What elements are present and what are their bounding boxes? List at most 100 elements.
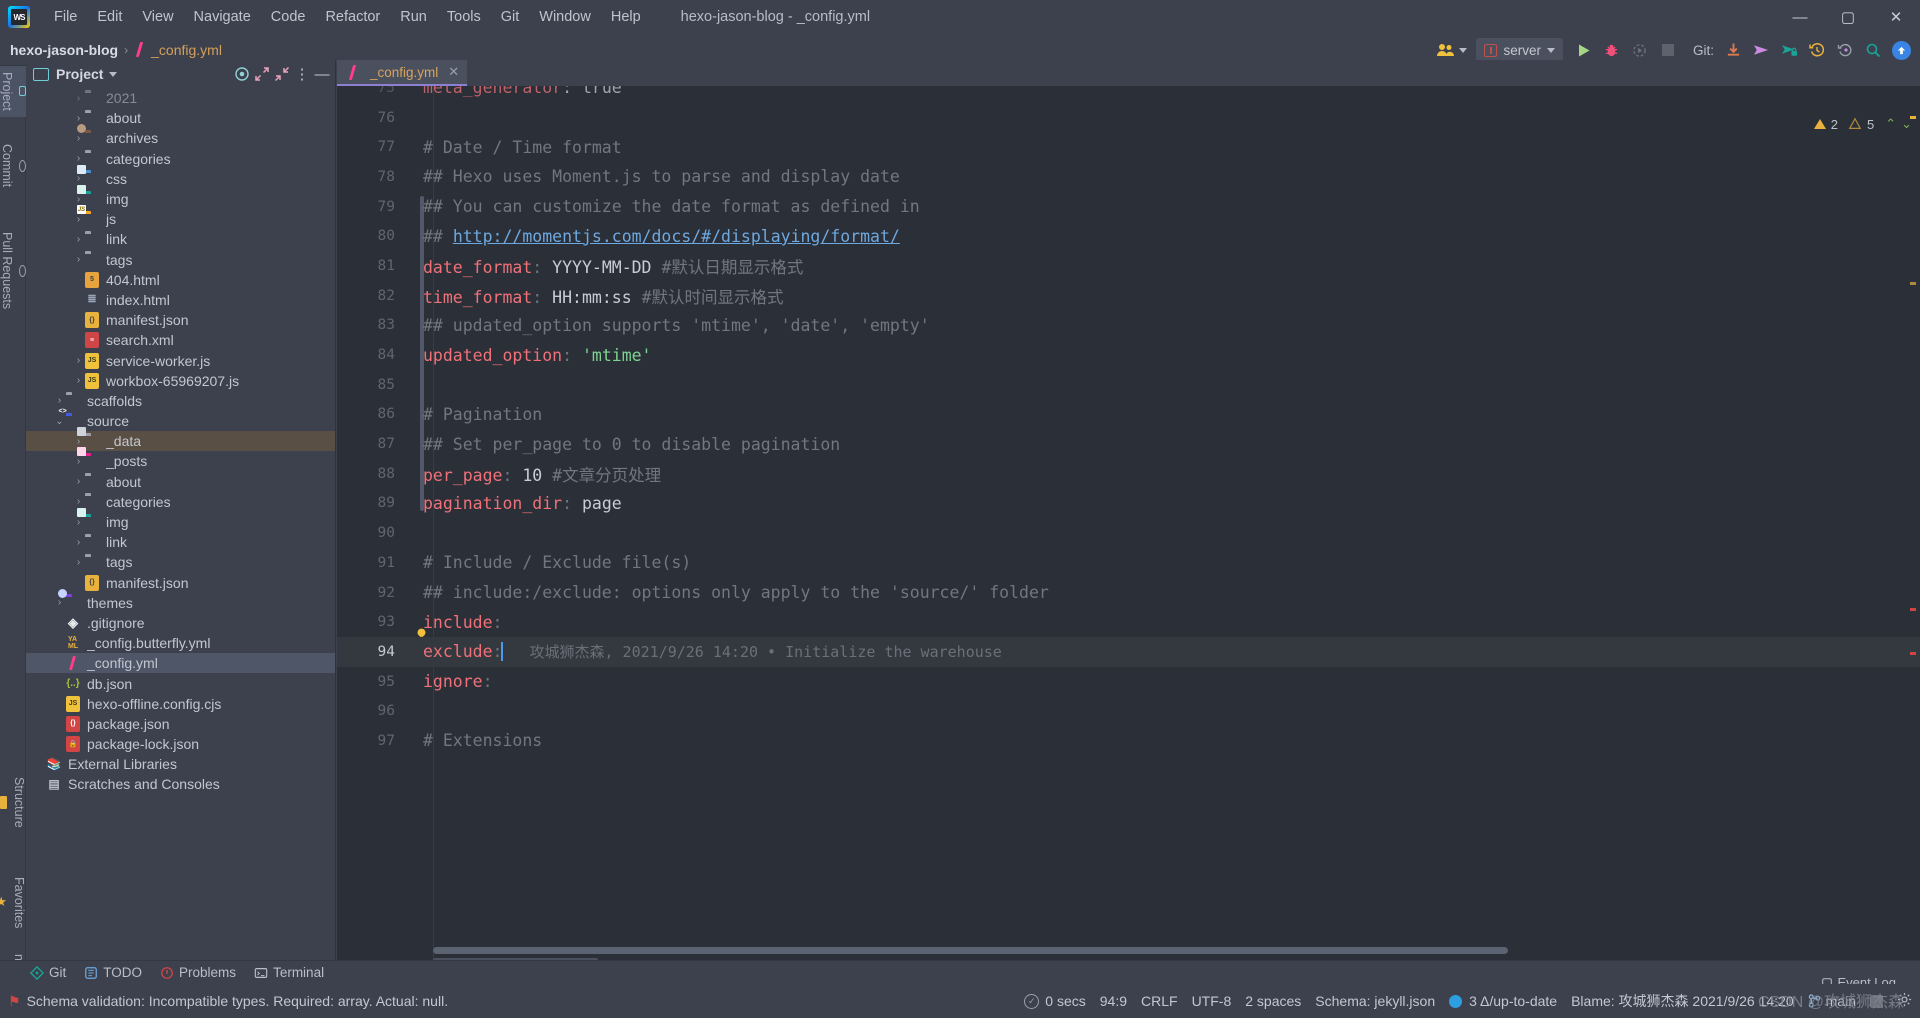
code-line-95[interactable]: 95 ignore: <box>337 667 1920 697</box>
tool-window-commit[interactable]: Commit <box>0 138 26 193</box>
tree-row-link[interactable]: › link <box>26 532 335 552</box>
chevron-right-icon[interactable]: › <box>72 517 85 528</box>
tree-row-css[interactable]: › css <box>26 164 335 189</box>
file-encoding[interactable]: UTF-8 <box>1192 993 1232 1009</box>
tool-window-project[interactable]: Project <box>0 66 26 117</box>
minimize-button[interactable]: — <box>1776 0 1824 34</box>
project-scope-chevron-icon[interactable] <box>109 71 118 77</box>
tool-window-todo[interactable]: TODO <box>84 965 142 980</box>
tree-row-js[interactable]: › JS js <box>26 205 335 229</box>
tree-row-404-html[interactable]: 5 404.html <box>26 270 335 290</box>
chevron-right-icon[interactable]: › <box>72 375 85 386</box>
code-line-88[interactable]: 88 per_page: 10 #文章分页处理 <box>337 459 1920 489</box>
code-line-96[interactable]: 96 <box>337 696 1920 726</box>
code-lines[interactable]: 75 meta_generator: true 76 77 # Date / Time … <box>337 86 1920 756</box>
chevron-right-icon[interactable]: › <box>72 173 85 184</box>
tree-row-tags[interactable]: › tags <box>26 552 335 572</box>
locate-file-icon[interactable] <box>233 65 251 83</box>
menu-item-file[interactable]: File <box>44 5 87 29</box>
tool-window-terminal[interactable]: Terminal <box>254 965 324 980</box>
chevron-right-icon[interactable]: › <box>72 194 85 205</box>
tree-row-scratches-and-consoles[interactable]: ▤ Scratches and Consoles <box>26 774 335 794</box>
caret-position[interactable]: 94:9 <box>1100 993 1127 1009</box>
code-line-94[interactable]: 94 exclude: 攻城狮杰森, 2021/9/26 14:20 • Initi… <box>337 637 1920 667</box>
code-line-87[interactable]: 87 ## Set per_page to 0 to disable pagina… <box>337 429 1920 459</box>
chevron-right-icon[interactable]: › <box>72 153 85 164</box>
menu-item-run[interactable]: Run <box>390 5 437 29</box>
tree-row-2021[interactable]: › 2021 <box>26 88 335 108</box>
tree-row-categories[interactable]: › categories <box>26 149 335 169</box>
chevron-right-icon[interactable]: › <box>72 93 85 104</box>
code-line-97[interactable]: 97 # Extensions <box>337 726 1920 756</box>
tree-row-manifest-json[interactable]: {} manifest.json <box>26 310 335 330</box>
code-line-75[interactable]: 75 meta_generator: true <box>337 86 1920 103</box>
close-button[interactable]: ✕ <box>1872 0 1920 34</box>
code-line-85[interactable]: 85 <box>337 370 1920 400</box>
chevron-right-icon[interactable]: › <box>72 214 85 225</box>
chevron-right-icon[interactable]: › <box>72 254 85 265</box>
menu-item-view[interactable]: View <box>132 5 183 29</box>
tree-row-source[interactable]: ⌄ <> source <box>26 408 335 431</box>
tree-row-archives[interactable]: › archives <box>26 124 335 148</box>
settings-gear-icon[interactable] <box>1897 992 1912 1010</box>
code-line-84[interactable]: 84 updated_option: 'mtime' <box>337 340 1920 370</box>
schema-selector[interactable]: Schema: jekyll.json <box>1315 993 1435 1009</box>
code-line-90[interactable]: 90 <box>337 518 1920 548</box>
tree-row-categories[interactable]: › categories <box>26 492 335 512</box>
tree-row--config-yml[interactable]: _config.yml <box>26 653 335 674</box>
chevron-right-icon[interactable]: › <box>53 597 66 608</box>
menu-item-git[interactable]: Git <box>491 5 530 29</box>
tree-row--config-butterfly-yml[interactable]: YA ML _config.butterfly.yml <box>26 633 335 653</box>
tree-row--posts[interactable]: › _posts <box>26 447 335 471</box>
hide-panel-icon[interactable]: — <box>313 65 331 83</box>
menu-item-code[interactable]: Code <box>261 5 316 29</box>
tree-row--data[interactable]: › _data <box>26 427 335 452</box>
code-line-83[interactable]: 83 ## updated_option supports 'mtime', 'd… <box>337 311 1920 341</box>
code-line-92[interactable]: 92 ## include:/exclude: options only appl… <box>337 578 1920 608</box>
menu-item-edit[interactable]: Edit <box>87 5 132 29</box>
editor-viewport[interactable]: 75 meta_generator: true 76 77 # Date / Time … <box>337 86 1920 984</box>
inspection-widget[interactable]: 2 5 ⌃ ⌄ <box>1813 116 1912 132</box>
breadcrumb-file[interactable]: _config.yml <box>151 42 222 58</box>
tree-row-about[interactable]: › about <box>26 108 335 128</box>
code-line-78[interactable]: 78 ## Hexo uses Moment.js to parse and di… <box>337 162 1920 192</box>
tree-row-db-json[interactable]: {..} db.json <box>26 673 335 693</box>
memory-indicator[interactable] <box>1870 994 1883 1008</box>
code-token[interactable]: http://momentjs.com/docs/#/displaying/fo… <box>453 227 900 246</box>
tree-row-tags[interactable]: › tags <box>26 250 335 270</box>
tree-row-themes[interactable]: › themes <box>26 588 335 613</box>
menu-item-navigate[interactable]: Navigate <box>184 5 261 29</box>
code-line-82[interactable]: 82 time_format: HH:mm:ss #默认时间显示格式 <box>337 281 1920 311</box>
prev-problem-icon[interactable]: ⌃ <box>1885 116 1896 132</box>
code-line-81[interactable]: 81 date_format: YYYY-MM-DD #默认日期显示格式 <box>337 251 1920 281</box>
tree-row-index-html[interactable]: ≣ index.html <box>26 290 335 310</box>
menu-item-tools[interactable]: Tools <box>437 5 491 29</box>
close-tab-icon[interactable]: ✕ <box>448 64 459 80</box>
build-time-indicator[interactable]: ✓ 0 secs <box>1024 993 1086 1009</box>
code-line-76[interactable]: 76 <box>337 103 1920 133</box>
tree-row--gitignore[interactable]: ◈ .gitignore <box>26 613 335 633</box>
code-line-86[interactable]: 86 # Pagination <box>337 400 1920 430</box>
tree-row-about[interactable]: › about <box>26 472 335 492</box>
menu-item-help[interactable]: Help <box>601 5 651 29</box>
code-line-89[interactable]: 89 pagination_dir: page <box>337 489 1920 519</box>
tree-row-package-lock-json[interactable]: 🔒 package-lock.json <box>26 734 335 754</box>
tree-row-search-xml[interactable]: ≡ search.xml <box>26 330 335 350</box>
tree-row-scaffolds[interactable]: › scaffolds <box>26 391 335 411</box>
chevron-right-icon[interactable]: › <box>72 355 85 366</box>
code-line-93[interactable]: 93 include: <box>337 607 1920 640</box>
chevron-right-icon[interactable]: › <box>72 496 85 507</box>
panel-options-icon[interactable]: ⋮ <box>293 65 311 83</box>
maximize-button[interactable]: ▢ <box>1824 0 1872 34</box>
chevron-right-icon[interactable]: › <box>72 234 85 245</box>
horizontal-scrollbar[interactable] <box>433 947 1906 954</box>
tree-row-service-worker-js[interactable]: › JS service-worker.js <box>26 350 335 370</box>
expand-all-icon[interactable] <box>253 65 271 83</box>
tree-row-img[interactable]: › img <box>26 508 335 532</box>
code-line-79[interactable]: 79 ## You can customize the date format a… <box>337 192 1920 222</box>
breadcrumb-project[interactable]: hexo-jason-blog <box>10 42 118 58</box>
tree-row-workbox-65969207-js[interactable]: › JS workbox-65969207.js <box>26 371 335 391</box>
run-configuration-selector[interactable]: server <box>1476 38 1563 62</box>
chevron-right-icon[interactable]: › <box>72 133 85 144</box>
menu-item-refactor[interactable]: Refactor <box>315 5 390 29</box>
